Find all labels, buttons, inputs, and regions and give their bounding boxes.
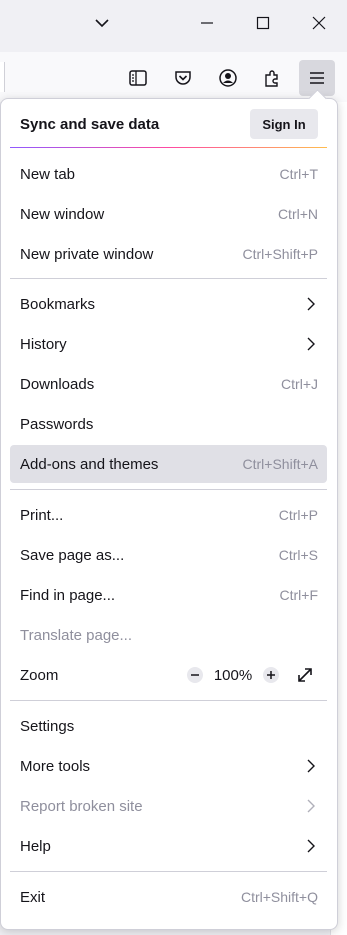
menu-item-label: Passwords bbox=[20, 415, 94, 433]
menu-item-settings[interactable]: Settings bbox=[10, 707, 327, 745]
menu-item-label: Exit bbox=[20, 888, 46, 906]
shortcut-label: Ctrl+Shift+A bbox=[242, 456, 318, 472]
menu-item-label: New window bbox=[20, 205, 105, 223]
plus-icon bbox=[263, 667, 279, 683]
menu-item-label: New private window bbox=[20, 245, 154, 263]
chevron-right-icon bbox=[307, 799, 315, 813]
tab-list-button[interactable] bbox=[76, 0, 128, 46]
fullscreen-button[interactable] bbox=[292, 662, 318, 688]
close-icon bbox=[312, 16, 326, 30]
shortcut-label: Ctrl+T bbox=[279, 166, 319, 182]
menu-item-label: Settings bbox=[20, 717, 75, 735]
menu-item-downloads[interactable]: Downloads Ctrl+J bbox=[10, 365, 327, 403]
menu-item-label: Translate page... bbox=[20, 626, 133, 644]
chevron-down-icon bbox=[95, 19, 109, 28]
hamburger-menu-icon bbox=[310, 72, 324, 84]
menu-item-label: Add-ons and themes bbox=[20, 455, 159, 473]
shortcut-label: Ctrl+S bbox=[278, 547, 318, 563]
menu-item-help[interactable]: Help bbox=[10, 827, 327, 865]
maximize-icon bbox=[256, 16, 270, 30]
chevron-right-icon bbox=[307, 759, 315, 773]
chevron-right-icon bbox=[307, 297, 315, 311]
sign-in-button[interactable]: Sign In bbox=[250, 109, 318, 139]
minus-icon bbox=[187, 667, 203, 683]
menu-item-new-tab[interactable]: New tab Ctrl+T bbox=[10, 155, 327, 193]
sidebar-button[interactable] bbox=[120, 60, 156, 96]
menu-item-label: Help bbox=[20, 837, 51, 855]
chevron-right-icon bbox=[307, 839, 315, 853]
menu-item-new-window[interactable]: New window Ctrl+N bbox=[10, 195, 327, 233]
menu-item-label: Find in page... bbox=[20, 586, 116, 604]
menu-item-label: Report broken site bbox=[20, 797, 143, 815]
menu-item-label: Downloads bbox=[20, 375, 95, 393]
extensions-button[interactable] bbox=[254, 60, 290, 96]
menu-item-bookmarks[interactable]: Bookmarks bbox=[10, 285, 327, 323]
shortcut-label: Ctrl+N bbox=[277, 206, 318, 222]
sync-divider bbox=[10, 147, 327, 148]
menu-item-zoom: Zoom 100% bbox=[10, 656, 327, 694]
menu-item-label: New tab bbox=[20, 165, 76, 183]
zoom-label: Zoom bbox=[20, 666, 59, 684]
menu-item-history[interactable]: History bbox=[10, 325, 327, 363]
menu-item-new-private-window[interactable]: New private window Ctrl+Shift+P bbox=[10, 235, 327, 273]
extensions-icon bbox=[265, 70, 278, 87]
pocket-icon bbox=[175, 71, 191, 85]
menu-item-save-page[interactable]: Save page as... Ctrl+S bbox=[10, 536, 327, 574]
menu-item-label: Print... bbox=[20, 506, 64, 524]
pocket-button[interactable] bbox=[165, 60, 201, 96]
sync-label: Sync and save data bbox=[20, 115, 160, 133]
menu-separator bbox=[10, 871, 327, 872]
menu-separator bbox=[10, 278, 327, 279]
shortcut-label: Ctrl+F bbox=[279, 587, 319, 603]
account-icon bbox=[219, 69, 237, 87]
shortcut-label: Ctrl+Shift+P bbox=[242, 246, 318, 262]
account-button[interactable] bbox=[210, 60, 246, 96]
menu-item-exit[interactable]: Exit Ctrl+Shift+Q bbox=[10, 878, 327, 916]
menu-item-passwords[interactable]: Passwords bbox=[10, 405, 327, 443]
menu-item-translate-page: Translate page... bbox=[10, 616, 327, 654]
menu-item-print[interactable]: Print... Ctrl+P bbox=[10, 496, 327, 534]
menu-item-addons-themes[interactable]: Add-ons and themes Ctrl+Shift+A bbox=[10, 445, 327, 483]
fullscreen-icon bbox=[298, 668, 312, 682]
shortcut-label: Ctrl+Shift+Q bbox=[240, 889, 318, 905]
menu-item-label: Save page as... bbox=[20, 546, 125, 564]
close-button[interactable] bbox=[293, 0, 345, 46]
zoom-in-button[interactable] bbox=[258, 662, 284, 688]
shortcut-label: Ctrl+P bbox=[278, 507, 318, 523]
zoom-out-button[interactable] bbox=[182, 662, 208, 688]
menu-item-label: Bookmarks bbox=[20, 295, 96, 313]
maximize-button[interactable] bbox=[237, 0, 289, 46]
menu-separator bbox=[10, 489, 327, 490]
url-bar-edge[interactable] bbox=[0, 62, 5, 92]
minimize-button[interactable] bbox=[181, 0, 233, 46]
chevron-right-icon bbox=[307, 337, 315, 351]
menu-item-label: More tools bbox=[20, 757, 91, 775]
menu-item-find-in-page[interactable]: Find in page... Ctrl+F bbox=[10, 576, 327, 614]
title-bar bbox=[0, 0, 347, 50]
minimize-icon bbox=[201, 22, 213, 24]
menu-item-more-tools[interactable]: More tools bbox=[10, 747, 327, 785]
shortcut-label: Ctrl+J bbox=[281, 376, 318, 392]
menu-item-label: History bbox=[20, 335, 67, 353]
sidebar-icon bbox=[129, 70, 147, 86]
zoom-level[interactable]: 100% bbox=[208, 667, 258, 684]
zoom-controls: 100% bbox=[182, 662, 318, 688]
menu-item-report-broken-site: Report broken site bbox=[10, 787, 327, 825]
menu-separator bbox=[10, 700, 327, 701]
